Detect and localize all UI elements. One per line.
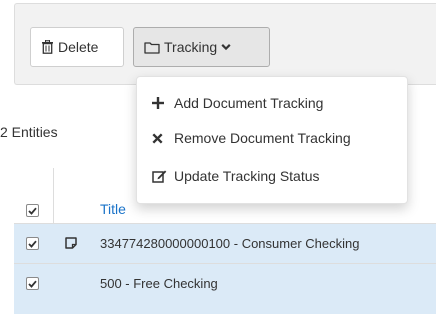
menu-item-label: Update Tracking Status [174,168,320,184]
table-row[interactable]: 500 - Free Checking [14,263,436,314]
plus-icon [152,97,174,109]
note-icon[interactable] [64,236,78,250]
row-title[interactable]: 500 - Free Checking [100,276,218,291]
row-checkbox[interactable] [26,277,39,290]
times-icon [152,132,174,144]
row-title[interactable]: 334774280000000100 - Consumer Checking [100,236,359,251]
folder-icon [144,41,160,54]
trash-icon [41,39,54,54]
menu-item-remove-document-tracking[interactable]: Remove Document Tracking [152,130,351,146]
title-column-header[interactable]: Title [100,201,126,217]
menu-item-label: Add Document Tracking [174,95,324,111]
tracking-dropdown-button[interactable]: Tracking [133,27,270,67]
chevron-down-icon [221,43,231,51]
tracking-button-label: Tracking [164,39,218,55]
row-checkbox[interactable] [26,237,39,250]
menu-item-label: Remove Document Tracking [174,130,351,146]
edit-icon [152,169,174,183]
table-row[interactable]: 334774280000000100 - Consumer Checking [14,223,436,263]
delete-button-label: Delete [58,39,99,55]
menu-item-update-tracking-status[interactable]: Update Tracking Status [152,168,320,184]
tracking-dropdown-menu: Add Document Tracking Remove Document Tr… [136,76,408,204]
delete-button[interactable]: Delete [30,27,124,67]
entity-count: 2 Entities [0,124,58,140]
select-all-checkbox[interactable] [26,204,39,217]
menu-item-add-document-tracking[interactable]: Add Document Tracking [152,95,323,111]
